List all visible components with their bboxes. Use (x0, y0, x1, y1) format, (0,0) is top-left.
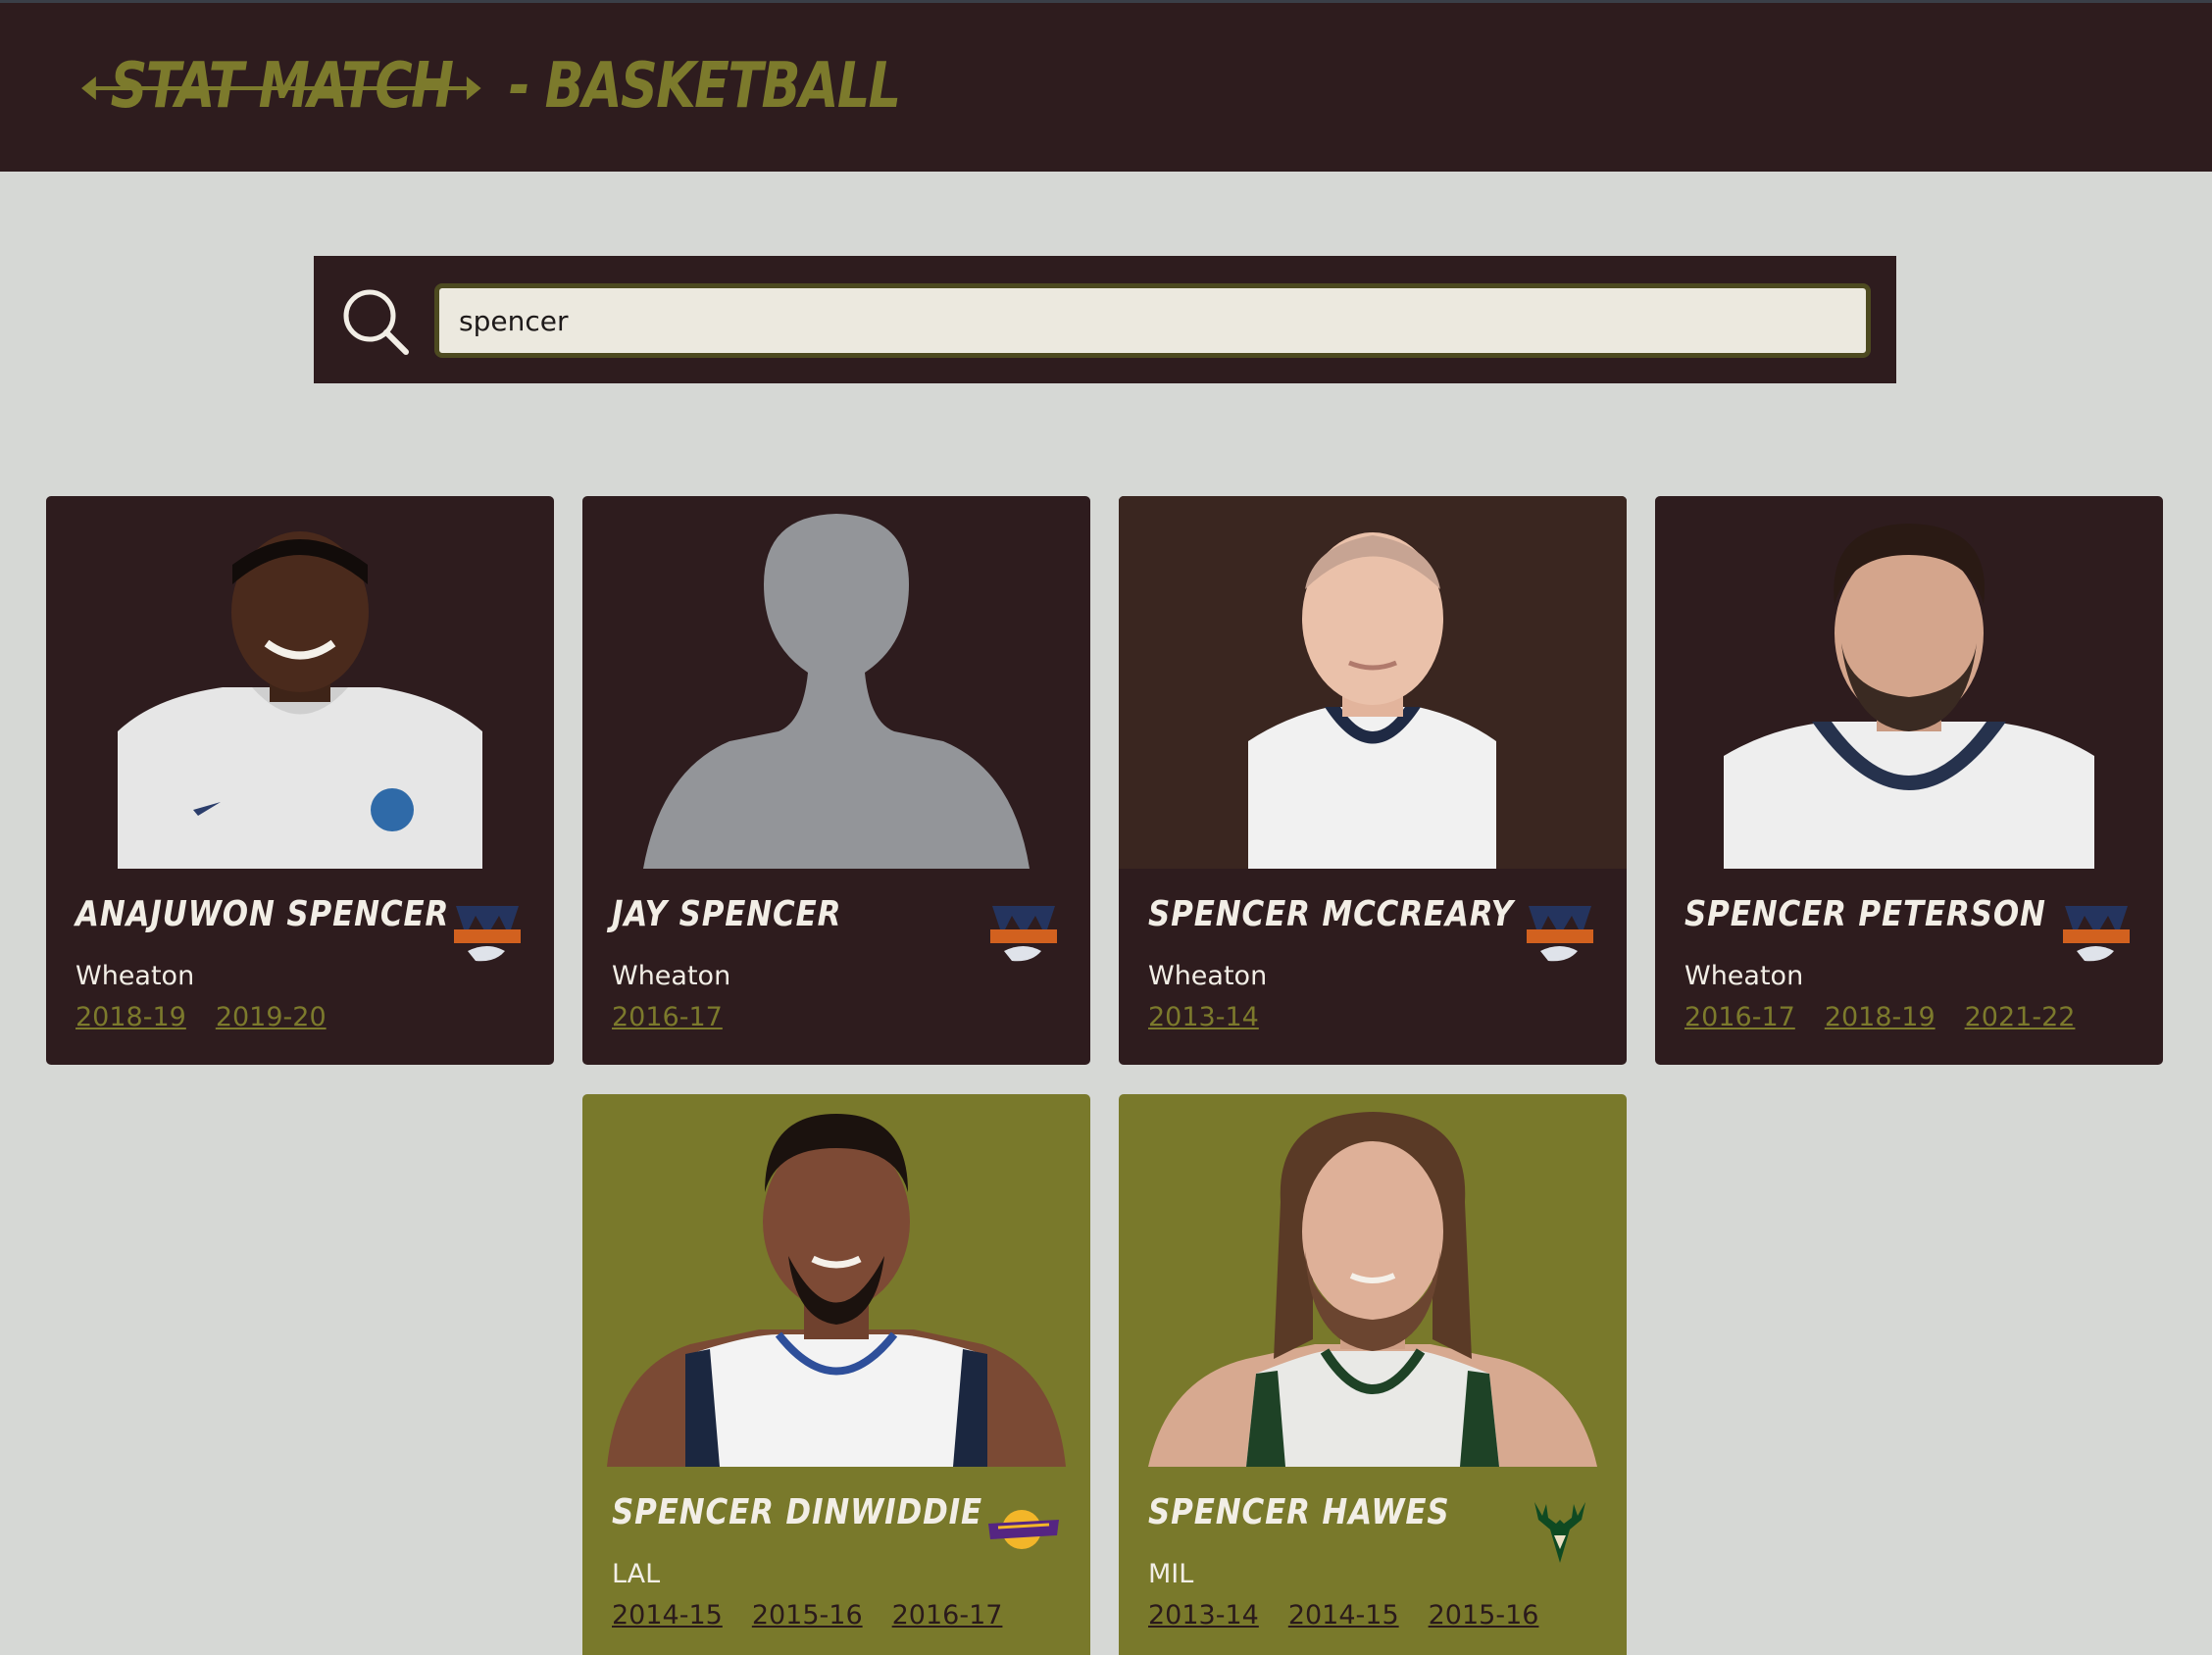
search-bar (314, 256, 1896, 383)
season-link[interactable]: 2015-16 (1429, 1600, 1539, 1630)
player-team: Wheaton (75, 961, 195, 991)
player-card[interactable]: SPENCER MCCREARY Wheaton 2013-14 (1119, 496, 1627, 1065)
player-card[interactable]: SPENCER HAWES MIL 2013-14 2014-15 2015-1… (1119, 1094, 1627, 1655)
wheaton-thunder-logo-icon (990, 906, 1057, 962)
season-link[interactable]: 2021-22 (1965, 1002, 2076, 1032)
season-links: 2013-14 2014-15 2015-16 (1148, 1600, 1538, 1630)
player-team: Wheaton (1148, 961, 1268, 991)
season-links: 2016-17 (612, 1002, 723, 1032)
wheaton-thunder-logo-icon (1527, 906, 1593, 962)
logo-arrow-right-icon (467, 76, 481, 100)
season-link[interactable]: 2014-15 (1288, 1600, 1399, 1630)
season-link[interactable]: 2016-17 (612, 1002, 723, 1032)
player-photo (1119, 496, 1627, 869)
wheaton-thunder-logo-icon (454, 906, 521, 962)
season-links: 2016-17 2018-19 2021-22 (1684, 1002, 2075, 1032)
season-link[interactable]: 2018-19 (1825, 1002, 1936, 1032)
season-links: 2018-19 2019-20 (75, 1002, 327, 1032)
player-photo-placeholder (643, 514, 1030, 869)
player-card[interactable]: SPENCER DINWIDDIE LAL 2014-15 2015-16 20… (582, 1094, 1090, 1655)
player-name: SPENCER PETERSON (1684, 894, 2046, 934)
app-logo[interactable]: STAT MATCH - BASKETBALL (81, 42, 901, 130)
season-link[interactable]: 2013-14 (1148, 1600, 1259, 1630)
player-name: SPENCER MCCREARY (1148, 894, 1514, 934)
logo-wordmark: STAT MATCH (81, 50, 481, 123)
season-link[interactable]: 2018-19 (75, 1002, 186, 1032)
player-team: Wheaton (612, 961, 731, 991)
search-input[interactable] (434, 283, 1871, 358)
player-team: LAL (612, 1559, 661, 1589)
player-name: ANAJUWON SPENCER (75, 894, 450, 934)
player-team: MIL (1148, 1559, 1194, 1589)
player-photo (1148, 1112, 1597, 1467)
app-header: STAT MATCH - BASKETBALL (0, 0, 2212, 172)
season-link[interactable]: 2014-15 (612, 1600, 723, 1630)
season-links: 2014-15 2015-16 2016-17 (612, 1600, 1002, 1630)
season-link[interactable]: 2019-20 (216, 1002, 327, 1032)
search-icon[interactable] (339, 285, 412, 358)
player-photo (118, 531, 482, 869)
player-card[interactable]: SPENCER PETERSON Wheaton 2016-17 2018-19… (1655, 496, 2163, 1065)
bucks-logo-icon (1534, 1502, 1585, 1563)
player-card[interactable]: ANAJUWON SPENCER Wheaton 2018-19 2019-20 (46, 496, 554, 1065)
season-link[interactable]: 2016-17 (892, 1600, 1003, 1630)
logo-arrow-left-icon (81, 76, 96, 100)
season-link[interactable]: 2016-17 (1684, 1002, 1795, 1032)
player-team: Wheaton (1684, 961, 1804, 991)
logo-strike-line (86, 86, 478, 90)
player-name: JAY SPENCER (612, 894, 842, 934)
player-photo (607, 1114, 1066, 1467)
lakers-logo-icon (988, 1510, 1059, 1549)
player-name: SPENCER DINWIDDIE (612, 1492, 983, 1532)
logo-sport-text: - BASKETBALL (508, 50, 901, 123)
season-links: 2013-14 (1148, 1002, 1259, 1032)
season-link[interactable]: 2015-16 (752, 1600, 863, 1630)
player-name: SPENCER HAWES (1148, 1492, 1450, 1532)
player-card[interactable]: JAY SPENCER Wheaton 2016-17 (582, 496, 1090, 1065)
season-link[interactable]: 2013-14 (1148, 1002, 1259, 1032)
wheaton-thunder-logo-icon (2063, 906, 2130, 962)
player-photo (1724, 524, 2094, 869)
